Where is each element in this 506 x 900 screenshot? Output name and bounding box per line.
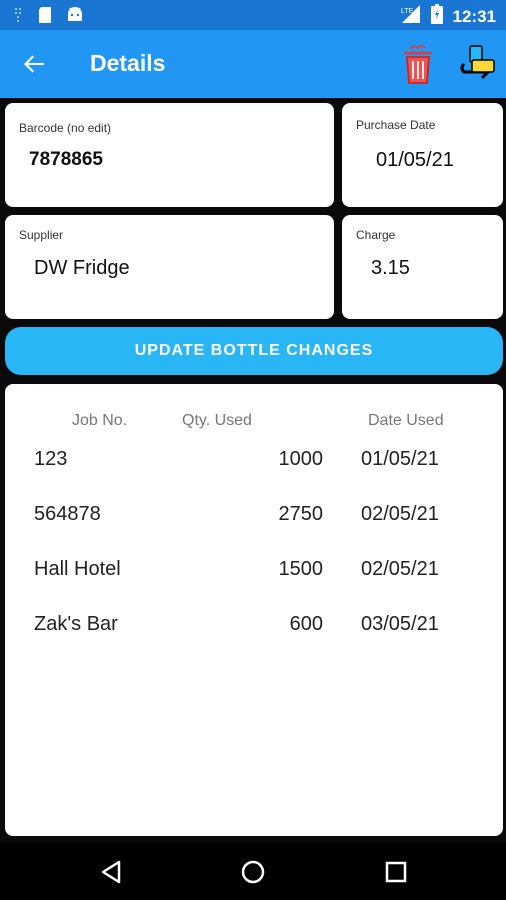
app-bar: Details — [0, 30, 506, 98]
charge-label: Charge — [356, 228, 396, 242]
recents-square-icon — [381, 861, 411, 891]
supplier-label: Supplier — [19, 228, 64, 242]
qty-used: 1000 — [278, 448, 324, 470]
charge-card[interactable]: Charge 3.15 — [342, 215, 503, 319]
page-title: Details — [90, 50, 166, 76]
job-no: 123 — [34, 448, 68, 470]
date-used: 02/05/21 — [361, 558, 439, 580]
arrow-left-icon — [18, 55, 50, 84]
swap-bottle-icon — [456, 45, 498, 88]
update-bottle-changes-button[interactable]: UPDATE BOTTLE CHANGES — [5, 327, 503, 375]
sd-card-icon — [38, 6, 52, 29]
header-qty-used: Qty. Used — [182, 412, 252, 429]
nav-home-button[interactable] — [238, 857, 268, 887]
trash-icon — [398, 45, 438, 89]
qty-used: 1500 — [278, 558, 324, 580]
list-item[interactable]: 123 1000 01/05/21 — [5, 448, 503, 478]
charge-value[interactable]: 3.15 — [371, 257, 410, 280]
job-no: 564878 — [34, 503, 101, 525]
usage-list: Job No. Qty. Used Date Used 123 1000 01/… — [5, 384, 503, 836]
svg-text:LTE: LTE — [401, 8, 414, 15]
android-icon — [66, 6, 84, 29]
status-time: 12:31 — [452, 6, 496, 26]
back-triangle-icon — [97, 860, 127, 891]
barcode-label: Barcode (no edit) — [19, 121, 112, 135]
barcode-value: 7878865 — [29, 149, 103, 170]
job-no: Zak's Bar — [34, 613, 118, 635]
signal-icon — [14, 6, 24, 29]
delete-button[interactable] — [398, 43, 438, 85]
qty-used: 600 — [289, 613, 323, 635]
list-item[interactable]: Zak's Bar 600 03/05/21 — [5, 613, 503, 643]
screen: LTE 12:31 Details Barcode (no edit) 7878… — [0, 0, 506, 900]
nav-recents-button[interactable] — [381, 857, 411, 887]
content-area: Barcode (no edit) 7878865 Purchase Date … — [0, 98, 506, 842]
supplier-value[interactable]: DW Fridge — [34, 257, 130, 280]
job-no: Hall Hotel — [34, 558, 121, 580]
lte-signal-icon: LTE — [399, 4, 421, 29]
header-job-no: Job No. — [72, 412, 128, 429]
purchase-date-value[interactable]: 01/05/21 — [376, 149, 454, 172]
barcode-card: Barcode (no edit) 7878865 — [5, 103, 334, 207]
header-date-used: Date Used — [368, 412, 444, 429]
nav-back-button[interactable] — [97, 857, 127, 887]
navigation-bar — [0, 842, 506, 900]
supplier-card[interactable]: Supplier DW Fridge — [5, 215, 334, 319]
list-item[interactable]: Hall Hotel 1500 02/05/21 — [5, 558, 503, 588]
qty-used: 2750 — [278, 503, 324, 525]
purchase-date-card[interactable]: Purchase Date 01/05/21 — [342, 103, 503, 207]
swap-bottle-button[interactable] — [456, 44, 498, 84]
home-circle-icon — [238, 860, 268, 891]
list-item[interactable]: 564878 2750 02/05/21 — [5, 503, 503, 533]
date-used: 01/05/21 — [361, 448, 439, 470]
date-used: 02/05/21 — [361, 503, 439, 525]
back-button[interactable] — [18, 48, 50, 80]
date-used: 03/05/21 — [361, 613, 439, 635]
battery-icon — [430, 4, 443, 29]
status-bar: LTE 12:31 — [0, 0, 506, 30]
purchase-date-label: Purchase Date — [356, 118, 436, 132]
